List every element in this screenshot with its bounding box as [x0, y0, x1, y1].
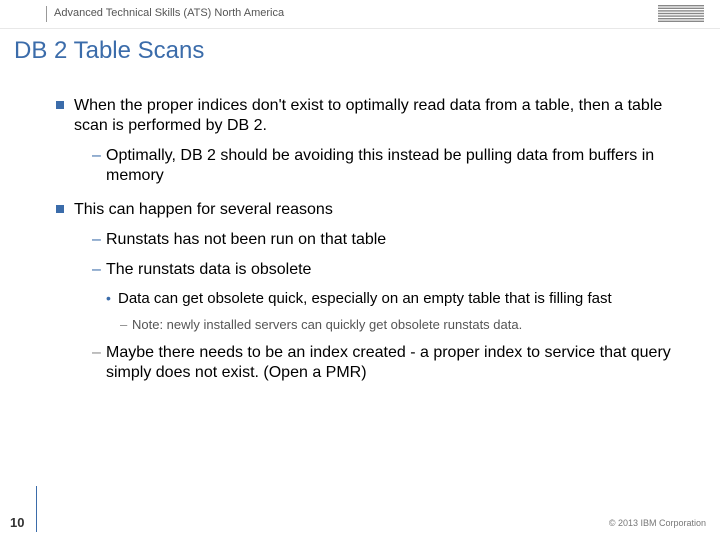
bullet-2-sub-1: Runstats has not been run on that table	[74, 230, 680, 250]
copyright-text: © 2013 IBM Corporation	[609, 518, 706, 528]
bullet-2-sub-2-note: Note: newly installed servers can quickl…	[74, 317, 680, 333]
bullet-1-sub-1: Optimally, DB 2 should be avoiding this …	[74, 146, 680, 186]
bullet-2-sub-3-text: Maybe there needs to be an index created…	[106, 343, 680, 383]
page-number: 10	[10, 515, 24, 530]
header-divider	[46, 6, 47, 22]
footer-accent-bar	[36, 486, 37, 532]
bullet-1-text: When the proper indices don't exist to o…	[74, 97, 662, 134]
slide-title: DB 2 Table Scans	[14, 37, 720, 65]
bullet-2-sub-2: The runstats data is obsolete	[74, 260, 680, 280]
header-bar: Advanced Technical Skills (ATS) North Am…	[0, 0, 720, 29]
header-org-text: Advanced Technical Skills (ATS) North Am…	[54, 7, 284, 19]
ibm-logo-icon	[658, 5, 704, 23]
bullet-2: This can happen for several reasons Runs…	[56, 200, 680, 383]
bullet-2-sub-2-detail: Data can get obsolete quick, especially …	[74, 290, 680, 309]
footer: 10 © 2013 IBM Corporation	[0, 504, 720, 540]
slide-content: When the proper indices don't exist to o…	[56, 96, 680, 397]
bullet-2-sub-3: Maybe there needs to be an index created…	[74, 343, 680, 383]
bullet-2-text: This can happen for several reasons	[74, 201, 333, 218]
bullet-1: When the proper indices don't exist to o…	[56, 96, 680, 186]
